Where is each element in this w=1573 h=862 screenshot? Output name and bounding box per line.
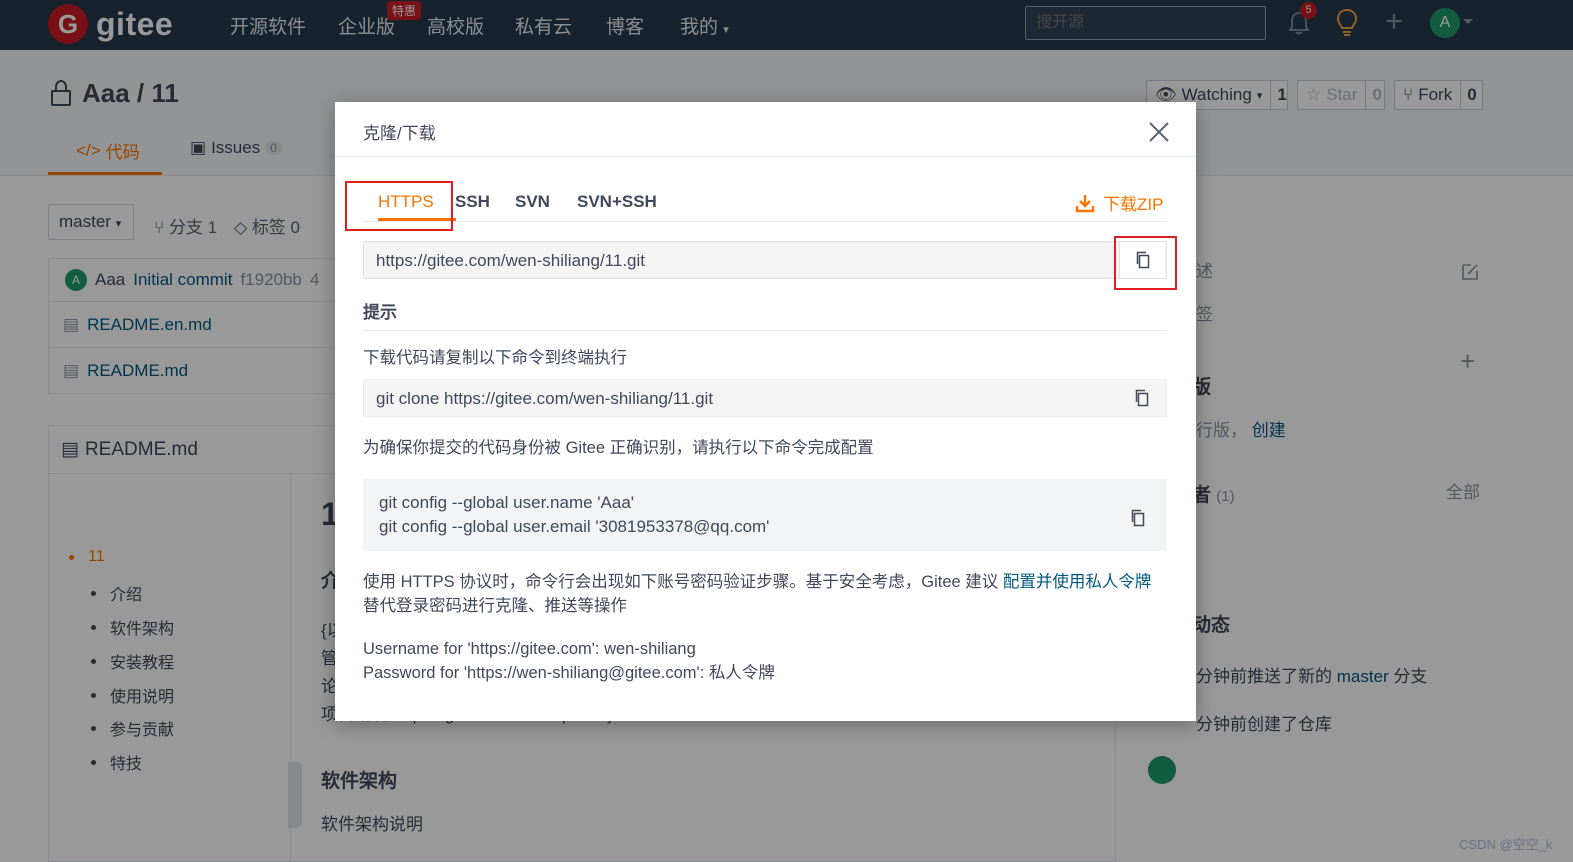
https-note: 使用 HTTPS 协议时，命令行会出现如下账号密码验证步骤。基于安全考虑，Git… [363, 570, 1167, 618]
config-hint: 为确保你提交的代码身份被 Gitee 正确识别，请执行以下命令完成配置 [363, 439, 874, 457]
dialog-title: 克隆/下载 [363, 124, 436, 143]
https-note-text-end: 替代登录密码进行克隆、推送等操作 [363, 597, 627, 615]
clone-download-dialog: 克隆/下载 HTTPS SSH SVN SVN+SSH 下载ZIP https:… [335, 102, 1196, 721]
https-note-text: 使用 HTTPS 协议时，命令行会出现如下账号密码验证步骤。基于安全考虑，Git… [363, 573, 999, 591]
clone-hint: 下载代码请复制以下命令到终端执行 [363, 349, 627, 367]
tab-ssh[interactable]: SSH [455, 192, 490, 212]
download-zip-label: 下载ZIP [1103, 195, 1164, 214]
watermark: CSDN @空空_k [1459, 837, 1553, 852]
clone-command[interactable]: git clone https://gitee.com/wen-shiliang… [363, 379, 1167, 417]
close-icon[interactable] [1147, 120, 1171, 144]
dialog-header: 克隆/下载 [335, 102, 1196, 157]
auth-example: Username for 'https://gitee.com': wen-sh… [363, 637, 775, 685]
protocol-tabs: HTTPS SSH SVN SVN+SSH [363, 180, 1167, 222]
config-commands[interactable]: git config --global user.name 'Aaa' git … [363, 479, 1167, 551]
download-zip-button[interactable]: 下载ZIP [1075, 190, 1163, 215]
tab-svn[interactable]: SVN [515, 192, 550, 212]
copy-config-button[interactable] [1115, 500, 1161, 536]
copy-clone-button[interactable] [1119, 380, 1165, 416]
copy-icon [1131, 509, 1145, 527]
download-icon [1075, 194, 1095, 212]
copy-icon [1135, 389, 1149, 407]
highlight-box-https-tab [345, 181, 453, 231]
config-line: git config --global user.email '30819533… [379, 517, 770, 536]
highlight-box-copy-button [1114, 236, 1177, 290]
username-line: Username for 'https://gitee.com': wen-sh… [363, 640, 696, 658]
clone-url-field[interactable]: https://gitee.com/wen-shiliang/11.git [363, 241, 1167, 279]
tips-heading: 提示 [363, 298, 1167, 331]
token-config-link[interactable]: 配置并使用私人令牌 [1003, 573, 1152, 591]
tab-svn-ssh[interactable]: SVN+SSH [577, 192, 657, 212]
password-line: Password for 'https://wen-shiliang@gitee… [363, 664, 775, 682]
config-line: git config --global user.name 'Aaa' [379, 493, 635, 512]
